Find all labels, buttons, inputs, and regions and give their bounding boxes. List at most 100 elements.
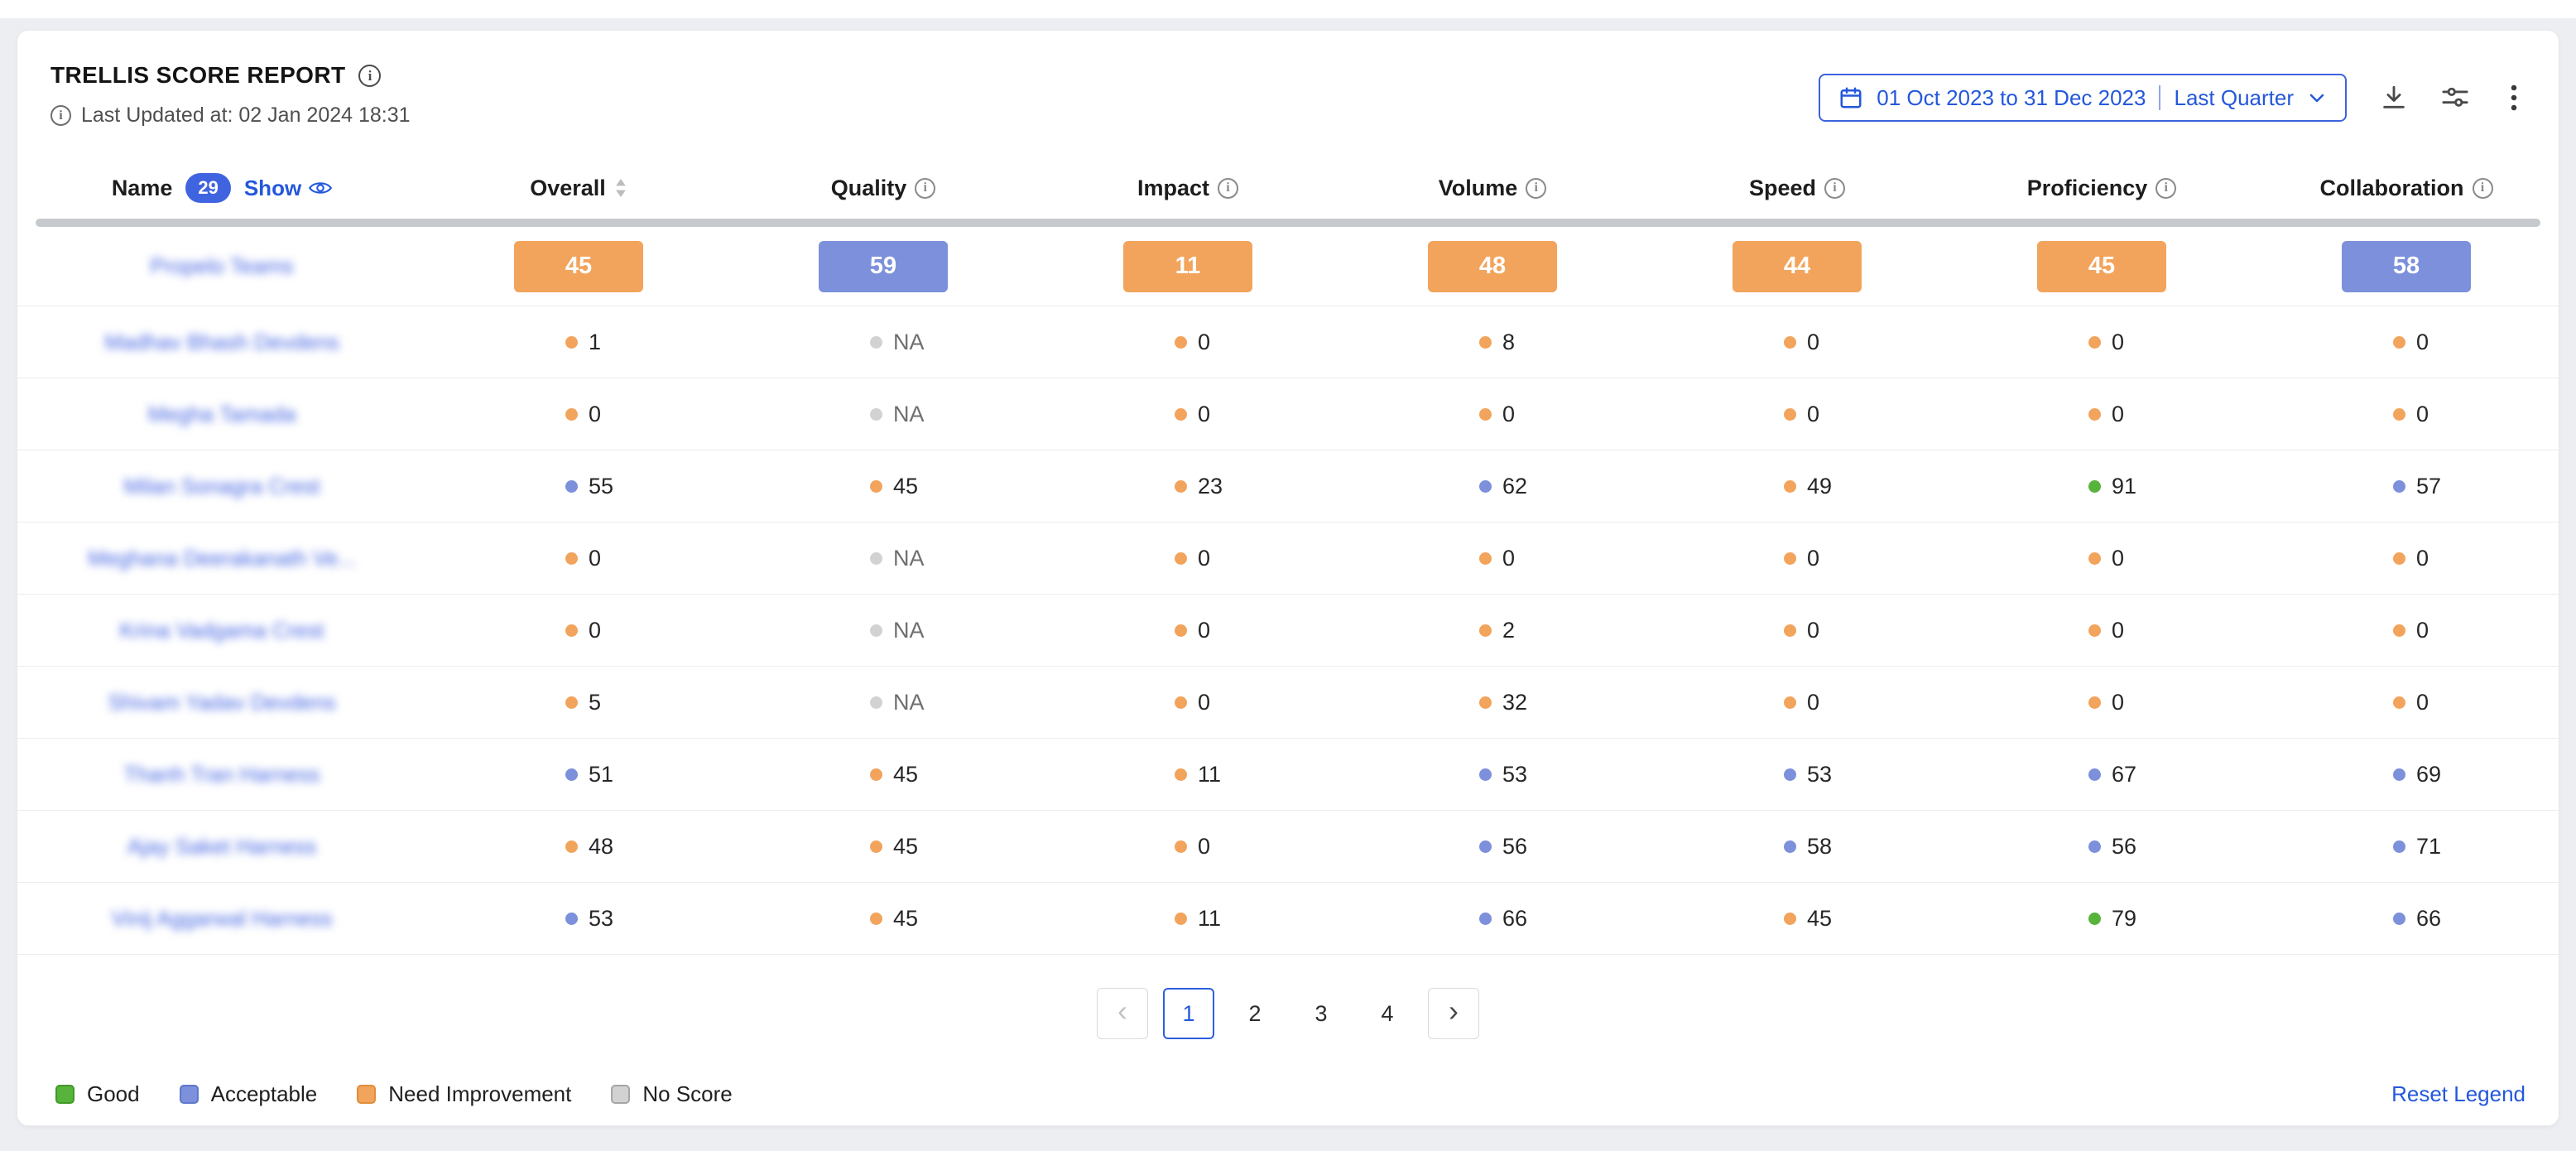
- score-value: 0: [2416, 690, 2429, 715]
- score-dot: [1479, 336, 1492, 349]
- settings-sliders-button[interactable]: [2441, 84, 2469, 112]
- score-dot: [2393, 552, 2405, 565]
- calendar-icon: [1838, 85, 1863, 110]
- column-header-impact[interactable]: Impacti: [1036, 176, 1340, 201]
- legend-item-orange[interactable]: Need Improvement: [357, 1081, 571, 1107]
- more-options-button[interactable]: [2502, 84, 2526, 112]
- legend-item-blue[interactable]: Acceptable: [180, 1081, 318, 1107]
- score-cell: 0: [426, 546, 731, 571]
- column-header-quality[interactable]: Qualityi: [731, 176, 1036, 201]
- score-value: 5: [589, 690, 601, 715]
- pagination-page-3[interactable]: 3: [1295, 988, 1347, 1039]
- score-dot: [1175, 768, 1187, 781]
- score-dot: [870, 768, 882, 781]
- summary-score-cell: 45: [426, 241, 731, 292]
- score-cell: 0: [1645, 330, 1949, 355]
- name-cell: Shivam Yadav Devdens: [17, 690, 426, 715]
- score-dot: [1784, 696, 1796, 709]
- score-cell: 0: [2254, 330, 2559, 355]
- score-cell: NA: [731, 690, 1036, 715]
- legend-item-gray[interactable]: No Score: [611, 1081, 732, 1107]
- pagination: ‹ 1234 ›: [17, 988, 2559, 1039]
- last-updated-text: Last Updated at: 02 Jan 2024 18:31: [81, 104, 411, 128]
- score-dot: [1479, 696, 1492, 709]
- info-icon[interactable]: i: [2155, 178, 2176, 199]
- show-link[interactable]: Show: [244, 176, 332, 201]
- member-name-link[interactable]: Krina Vadgama Crest: [120, 618, 324, 643]
- sliders-icon: [2441, 84, 2469, 112]
- score-dot: [870, 696, 882, 709]
- score-dot: [1175, 336, 1187, 349]
- column-header-overall[interactable]: Overall: [426, 176, 731, 201]
- score-dot: [2393, 840, 2405, 853]
- score-dot: [1784, 624, 1796, 637]
- score-cell: 66: [2254, 906, 2559, 932]
- score-value: 51: [589, 762, 613, 787]
- team-name-link[interactable]: Propelo Teams: [151, 253, 294, 278]
- info-icon[interactable]: i: [2473, 178, 2493, 199]
- date-range-picker[interactable]: 01 Oct 2023 to 31 Dec 2023 Last Quarter: [1819, 74, 2347, 122]
- score-dot: [870, 624, 882, 637]
- score-cell: 0: [1645, 546, 1949, 571]
- score-cell: 0: [1036, 546, 1340, 571]
- download-button[interactable]: [2380, 84, 2408, 112]
- member-name-link[interactable]: Shivam Yadav Devdens: [108, 690, 335, 715]
- pagination-next-button[interactable]: ›: [1428, 988, 1479, 1039]
- score-value: 0: [1198, 546, 1210, 571]
- info-icon[interactable]: i: [358, 65, 381, 87]
- score-value: 32: [1502, 690, 1527, 715]
- column-header-collaboration[interactable]: Collaborationi: [2254, 176, 2559, 201]
- score-dot: [1479, 913, 1492, 925]
- legend-label: No Score: [642, 1081, 732, 1107]
- pagination-page-1[interactable]: 1: [1163, 988, 1214, 1039]
- score-value: 0: [2112, 402, 2124, 427]
- score-dot: [1479, 480, 1492, 493]
- info-icon[interactable]: i: [915, 178, 935, 199]
- score-cell: 66: [1340, 906, 1645, 932]
- score-dot: [565, 408, 578, 421]
- column-header-proficiency[interactable]: Proficiencyi: [1949, 176, 2254, 201]
- score-value: 0: [1807, 402, 1819, 427]
- summary-score-cell: 58: [2254, 241, 2559, 292]
- score-cell: 0: [1340, 402, 1645, 427]
- score-dot: [565, 552, 578, 565]
- summary-score-cell: 45: [1949, 241, 2254, 292]
- member-name-link[interactable]: Ajay Saket Harness: [127, 834, 316, 859]
- pagination-prev-button[interactable]: ‹: [1097, 988, 1148, 1039]
- score-dot: [1784, 913, 1796, 925]
- date-preset-label: Last Quarter: [2174, 85, 2294, 111]
- score-value: 11: [1198, 762, 1221, 787]
- member-name-link[interactable]: Megha Tamada: [148, 402, 296, 426]
- legend-item-green[interactable]: Good: [55, 1081, 140, 1107]
- pagination-page-2[interactable]: 2: [1229, 988, 1281, 1039]
- score-value: 53: [1807, 762, 1832, 787]
- pagination-page-4[interactable]: 4: [1362, 988, 1413, 1039]
- legend: Good Acceptable Need Improvement No Score: [55, 1081, 733, 1107]
- member-name-link[interactable]: Thanh Tran Harness: [123, 762, 320, 787]
- info-icon[interactable]: i: [1824, 178, 1845, 199]
- sort-icon[interactable]: [614, 177, 627, 199]
- score-cell: 0: [1645, 618, 1949, 643]
- info-icon: i: [50, 105, 71, 126]
- score-dot: [2088, 768, 2101, 781]
- column-header-volume[interactable]: Volumei: [1340, 176, 1645, 201]
- member-name-link[interactable]: Meghana Deerakanath Ve...: [88, 546, 356, 571]
- column-header-speed[interactable]: Speedi: [1645, 176, 1949, 201]
- kebab-menu-icon: [2502, 84, 2526, 112]
- name-cell: Madhav Bhash Devdens: [17, 330, 426, 355]
- score-cell: NA: [731, 402, 1036, 427]
- horizontal-scrollbar[interactable]: [36, 219, 2540, 227]
- score-cell: 0: [1340, 546, 1645, 571]
- score-value: 0: [2112, 618, 2124, 643]
- score-dot: [2088, 552, 2101, 565]
- info-icon[interactable]: i: [1218, 178, 1238, 199]
- member-name-link[interactable]: Vinij Aggarwal Harness: [112, 906, 333, 931]
- member-name-link[interactable]: Madhav Bhash Devdens: [104, 330, 339, 354]
- score-cell: 1: [426, 330, 731, 355]
- member-name-link[interactable]: Milan Sonagra Crest: [124, 474, 320, 498]
- score-value: 8: [1502, 330, 1515, 355]
- reset-legend-link[interactable]: Reset Legend: [2391, 1081, 2526, 1107]
- score-cell: 32: [1340, 690, 1645, 715]
- info-icon[interactable]: i: [1526, 178, 1546, 199]
- score-cell: 45: [731, 834, 1036, 860]
